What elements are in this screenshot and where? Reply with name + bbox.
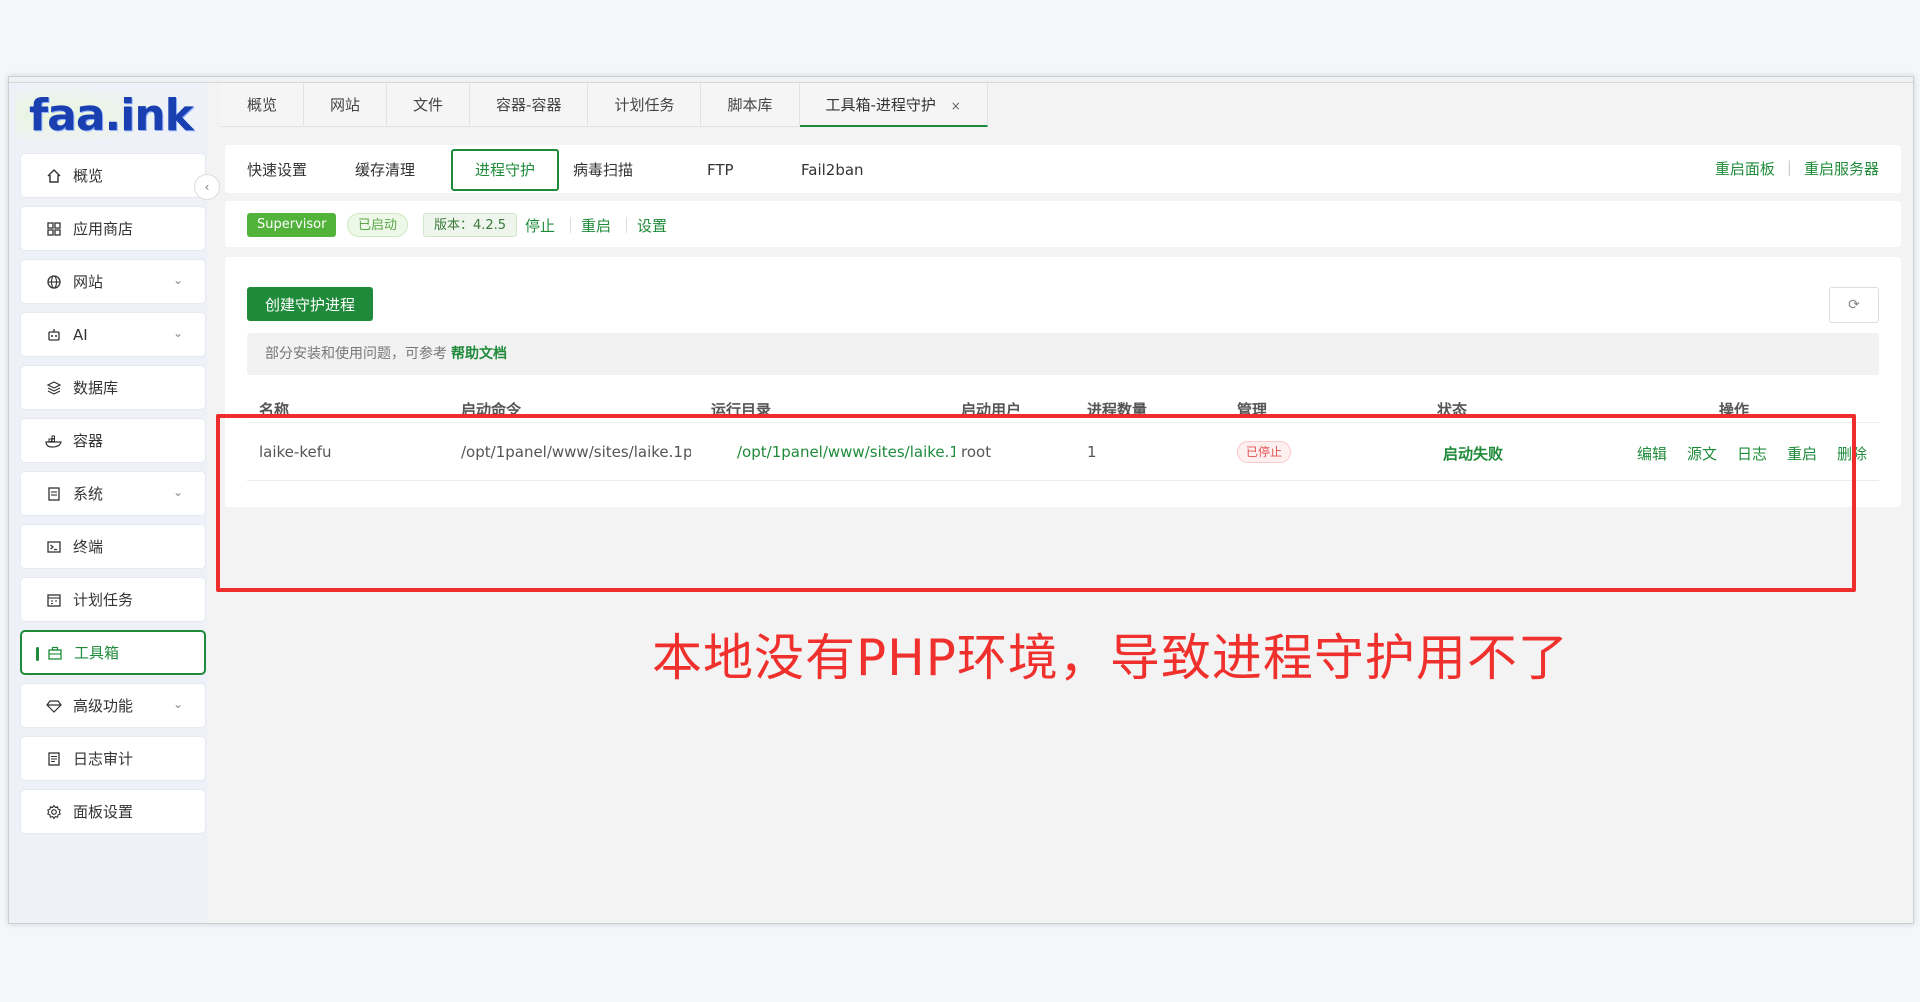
main-area: 概览 网站 文件 容器-容器 计划任务 脚本库 工具箱-进程守护 × 快速设置 … <box>207 83 1913 923</box>
table-row: laike-kefu /opt/1panel/www/sites/laike.1… <box>247 425 1879 481</box>
chevron-down-icon: ⌄ <box>172 697 183 711</box>
tab-scripts[interactable]: 脚本库 <box>701 83 800 127</box>
server-icon <box>45 485 63 503</box>
source-link[interactable]: 源文 <box>1687 443 1717 464</box>
sidebar-item-website[interactable]: 网站 ⌄ <box>20 259 206 304</box>
chevron-left-icon: ‹ <box>204 180 210 194</box>
brand-logo[interactable]: faa.ink <box>29 89 194 143</box>
home-icon <box>45 167 63 185</box>
cell-directory-link[interactable]: /opt/1panel/www/sites/laike.1p.fa <box>737 443 955 461</box>
sidebar: faa.ink 概览 应用商店 网站 ⌄ AI ⌄ 数据库 容器 系统 ⌄ 终端… <box>9 83 207 923</box>
terminal-icon <box>45 538 63 556</box>
tab-website[interactable]: 网站 <box>304 83 388 127</box>
grid-icon <box>45 220 63 238</box>
subtab-process-guard[interactable]: 进程守护 <box>451 149 560 191</box>
col-directory: 运行目录 <box>711 401 772 419</box>
sidebar-item-system[interactable]: 系统 ⌄ <box>20 471 206 516</box>
tab-toolbox-supervisor[interactable]: 工具箱-进程守护 × <box>799 83 988 127</box>
toolbox-icon <box>46 644 64 662</box>
service-settings-link[interactable]: 设置 <box>637 215 667 236</box>
help-doc-link[interactable]: 帮助文档 <box>451 346 507 362</box>
sidebar-item-terminal[interactable]: 终端 <box>20 524 206 569</box>
cell-user: root <box>961 443 992 461</box>
restart-panel-link[interactable]: 重启面板 <box>1715 158 1775 179</box>
gear-icon <box>45 803 63 821</box>
col-count: 进程数量 <box>1087 401 1148 419</box>
top-tabs: 概览 网站 文件 容器-容器 计划任务 脚本库 工具箱-进程守护 × <box>221 83 988 127</box>
docker-icon <box>45 432 63 450</box>
cell-command: /opt/1panel/www/sites/laike.1p... <box>461 443 691 461</box>
subtab-virus-scan[interactable]: 病毒扫描 <box>573 149 633 191</box>
layers-icon <box>45 379 63 397</box>
service-status-bar: Supervisor 已启动 版本：4.2.5 停止 重启 设置 <box>225 201 1901 247</box>
sidebar-item-app-store[interactable]: 应用商店 <box>20 206 206 251</box>
sidebar-menu: 概览 应用商店 网站 ⌄ AI ⌄ 数据库 容器 系统 ⌄ 终端 计划任务 工具… <box>20 153 206 842</box>
subtab-quick-settings[interactable]: 快速设置 <box>247 149 307 191</box>
chevron-down-icon: ⌄ <box>172 485 183 499</box>
tab-files[interactable]: 文件 <box>387 83 471 127</box>
process-list-panel: 创建守护进程 ⟳ 部分安装和使用问题，可参考 帮助文档 名称 启动命令 运行目录 … <box>225 257 1901 507</box>
chevron-down-icon: ⌄ <box>172 273 183 287</box>
sidebar-item-overview[interactable]: 概览 <box>20 153 206 198</box>
col-actions: 操作 <box>1719 401 1750 419</box>
sidebar-item-toolbox[interactable]: 工具箱 <box>20 630 206 675</box>
sidebar-collapse-button[interactable]: ‹ <box>194 174 220 200</box>
restart-server-link[interactable]: 重启服务器 <box>1804 158 1879 179</box>
globe-icon <box>45 273 63 291</box>
service-name-badge: Supervisor <box>247 213 337 237</box>
col-name: 名称 <box>259 401 290 419</box>
stopped-badge[interactable]: 已停止 <box>1237 441 1292 463</box>
stop-service-link[interactable]: 停止 <box>525 215 555 236</box>
browser-window: faa.ink 概览 应用商店 网站 ⌄ AI ⌄ 数据库 容器 系统 ⌄ 终端… <box>8 76 1914 924</box>
refresh-button[interactable]: ⟳ <box>1829 287 1879 323</box>
chevron-down-icon: ⌄ <box>172 326 183 340</box>
sub-tabs: 快速设置 缓存清理 进程守护 病毒扫描 FTP Fail2ban 重启面板 | … <box>225 145 1901 193</box>
subtab-ftp[interactable]: FTP <box>707 149 734 191</box>
annotation-text: 本地没有PHP环境，导致进程守护用不了 <box>652 629 1569 687</box>
delete-link[interactable]: 删除 <box>1837 443 1867 464</box>
robot-icon <box>45 326 63 344</box>
col-user: 启动用户 <box>961 401 1022 419</box>
sidebar-item-database[interactable]: 数据库 <box>20 365 206 410</box>
sidebar-item-log-audit[interactable]: 日志审计 <box>20 736 206 781</box>
tab-container[interactable]: 容器-容器 <box>470 83 589 127</box>
header-actions: 重启面板 | 重启服务器 <box>1714 158 1879 179</box>
col-command: 启动命令 <box>461 401 522 419</box>
sidebar-item-panel-settings[interactable]: 面板设置 <box>20 789 206 834</box>
col-manage: 管理 <box>1237 401 1268 419</box>
diamond-icon <box>45 697 63 715</box>
close-icon[interactable]: × <box>951 99 961 113</box>
col-status: 状态 <box>1437 401 1468 419</box>
log-link[interactable]: 日志 <box>1737 443 1767 464</box>
status-failed: 启动失败 <box>1443 445 1504 463</box>
tab-overview[interactable]: 概览 <box>221 83 305 127</box>
subtab-fail2ban[interactable]: Fail2ban <box>801 149 864 191</box>
calendar-icon <box>45 591 63 609</box>
edit-link[interactable]: 编辑 <box>1637 443 1667 464</box>
tab-cron[interactable]: 计划任务 <box>588 83 702 127</box>
service-status-badge: 已启动 <box>347 213 409 237</box>
create-process-button[interactable]: 创建守护进程 <box>247 287 373 321</box>
subtab-cache-clean[interactable]: 缓存清理 <box>355 149 415 191</box>
cell-name: laike-kefu <box>259 443 332 461</box>
sidebar-item-container[interactable]: 容器 <box>20 418 206 463</box>
sidebar-item-advanced[interactable]: 高级功能 ⌄ <box>20 683 206 728</box>
help-info-bar: 部分安装和使用问题，可参考 帮助文档 <box>247 333 1879 375</box>
sidebar-item-ai[interactable]: AI ⌄ <box>20 312 206 357</box>
log-icon <box>45 750 63 768</box>
table-header: 名称 启动命令 运行目录 启动用户 进程数量 管理 状态 操作 <box>247 387 1879 423</box>
restart-link[interactable]: 重启 <box>1787 443 1817 464</box>
service-version-badge: 版本：4.2.5 <box>423 213 518 237</box>
refresh-icon: ⟳ <box>1848 297 1860 313</box>
cell-count: 1 <box>1087 443 1097 461</box>
restart-service-link[interactable]: 重启 <box>581 215 611 236</box>
sidebar-item-cron[interactable]: 计划任务 <box>20 577 206 622</box>
